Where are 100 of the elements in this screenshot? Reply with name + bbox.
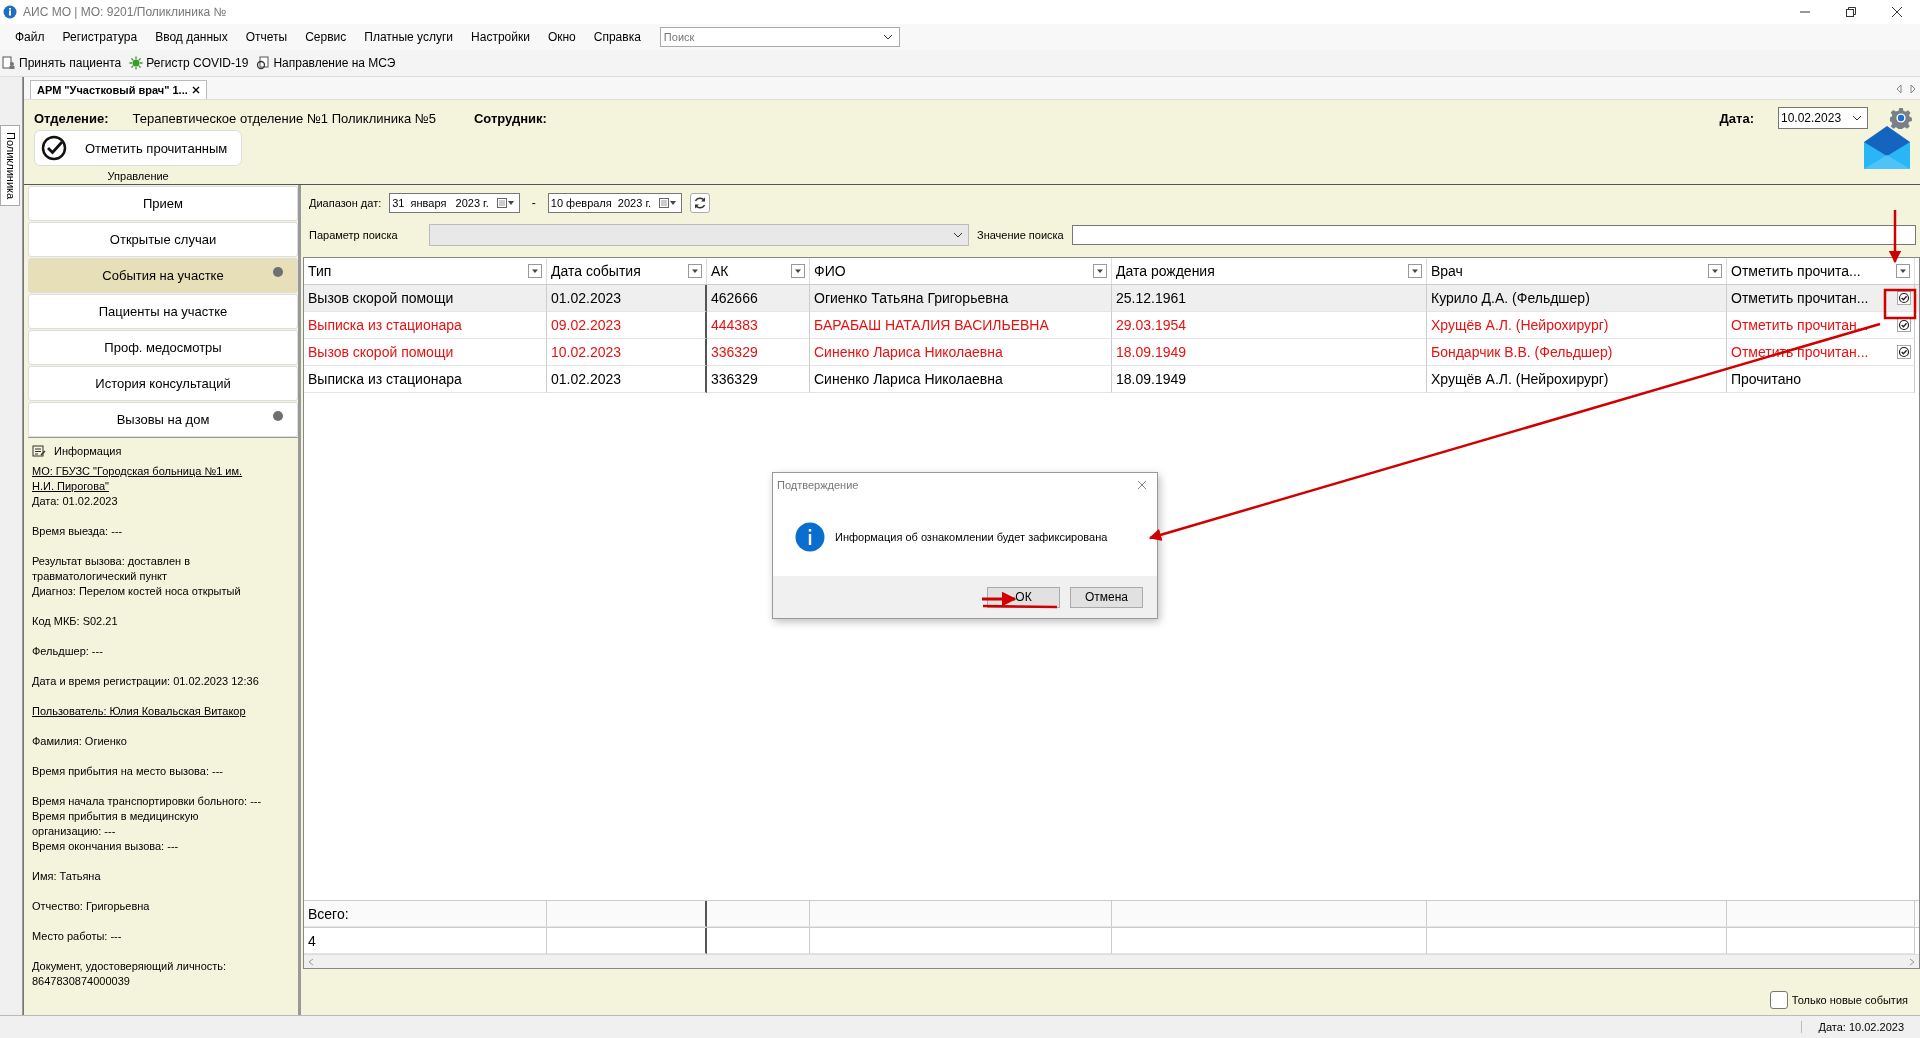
table-cell: Вызов скорой помощи [308,344,454,360]
table-cell: 444383 [711,317,758,333]
menu-item[interactable]: Окно [538,30,585,44]
check-circle-icon[interactable] [1897,291,1911,305]
field-label: Отделение: [34,110,109,126]
nav-item[interactable]: Проф. медосмотры [28,330,298,365]
chevron-down-icon[interactable] [1852,115,1862,121]
envelope-icon[interactable] [1862,124,1912,172]
toolbar-button[interactable]: Направление на МСЭ [254,56,402,70]
column-header[interactable]: ФИО [810,258,1112,284]
table-cell: Синенко Лариса Николаевна [814,371,1003,387]
filter-dropdown-icon[interactable] [688,264,702,278]
filter-dropdown-icon[interactable] [1708,264,1722,278]
menu-item[interactable]: Сервис [296,30,356,44]
table-cell: 25.12.1961 [1116,290,1187,306]
settings-icon[interactable] [1890,107,1912,129]
info-link[interactable]: МО: ГБУЗС "Городская больница №1 им. Н.И. Пирогова" [32,464,264,494]
table-cell: Хрущёв А.Л. (Нейрохирург) [1431,371,1609,387]
info-text: Время окончания вызова: --- [32,839,179,854]
table-cell: Огиенко Татьяна Григорьевна [814,290,1009,306]
field-label: Значение поиска [977,229,1064,241]
annotation-arrow [982,591,1017,607]
menu-item[interactable]: Настройки [462,30,539,44]
table-cell: 336329 [711,371,758,387]
restore-icon[interactable] [1845,6,1857,18]
column-header[interactable]: Дата события [547,258,707,284]
app-icon [3,5,17,19]
menu-item[interactable]: Справка [584,30,650,44]
filter-dropdown-icon[interactable] [1093,264,1107,278]
filter-dropdown-icon[interactable] [528,264,542,278]
nav-item[interactable]: Вызовы на дом [28,402,298,437]
menu-item[interactable]: Платные услуги [355,30,463,44]
info-link[interactable]: Пользователь: Юлия Ковальская Витакор [32,704,246,719]
column-header[interactable]: АК [707,258,810,284]
table-cell: Отметить прочитан... [1731,317,1869,333]
date-picker[interactable]: 10 февраля 2023 г. [547,193,683,213]
table-cell: 01.02.2023 [551,371,622,387]
info-text: Имя: Татьяна [32,869,101,884]
close-icon[interactable] [1891,6,1903,18]
info-text: Фельдшер: --- [32,644,103,659]
table-row[interactable]: Вызов скорой помощи 01.02.2023 462666 Огиенко Татьяна Григорьевна 25.12.1961 Курило Д.А. (Фельдшер) Отметить прочитан... [304,285,1919,312]
table-row[interactable]: Выписка из стационара 01.02.2023 336329 Синенко Лариса Николаевна 18.09.1949 Хрущёв А.Л. (Нейрохирург) Прочитано [304,366,1919,393]
table-cell: Хрущёв А.Л. (Нейрохирург) [1431,317,1609,333]
search-field[interactable]: Поиск [659,27,900,47]
date-dropdown[interactable]: 10.02.2023 [1778,107,1868,129]
check-circle-icon[interactable] [1897,345,1911,359]
column-header[interactable]: Врач [1427,258,1727,284]
menu-item[interactable]: Файл [6,30,54,44]
nav-item[interactable]: События на участке [28,258,298,293]
table-cell: 18.09.1949 [1116,344,1187,360]
nav-item[interactable]: Прием [28,186,298,221]
column-header[interactable]: Отметить прочита... [1727,258,1915,284]
table-cell: Выписка из стационара [308,371,462,387]
info-text: Время прибытия на место вызова: --- [32,764,223,779]
calendar-icon[interactable] [496,198,515,208]
field-label: Диапазон дат: [309,197,382,209]
nav-item[interactable]: Пациенты на участке [28,294,298,329]
column-header[interactable]: Тип [304,258,547,284]
scroll-left-icon[interactable] [1895,84,1903,94]
menu-item[interactable]: Ввод данных [146,30,237,44]
table-row[interactable]: Выписка из стационара 09.02.2023 444383 БАРАБАШ НАТАЛИЯ ВАСИЛЬЕВНА 29.03.1954 Хрущёв А.Л. (Нейрохирург) Отметить прочитан... [304,312,1919,339]
refresh-button[interactable] [690,193,711,213]
annotation-arrow [1888,210,1902,264]
column-header[interactable]: Дата рождения [1112,258,1427,284]
chevron-down-icon[interactable] [953,232,963,238]
nav-item[interactable]: История консультаций [28,366,298,401]
filter-dropdown-icon[interactable] [1896,264,1910,278]
document-tab[interactable]: АРМ "Участковый врач" 1... [30,80,207,99]
nav-item[interactable]: Открытые случаи [28,222,298,257]
dialog-message: Информация об ознакомлении будет зафиксирована [835,530,1108,543]
window-title: АИС МО | МО: 9201/Поликлиника № [23,5,227,19]
table-cell: 336329 [711,344,758,360]
only-new-checkbox[interactable]: Только новые события [1769,991,1908,1009]
search-value-field[interactable] [1071,225,1916,245]
menu-item[interactable]: Регистратура [53,30,147,44]
info-text: Документ, удостоверяющий личность: 8647830874000039 [32,959,228,989]
info-text: Время начала транспортировки больного: --- [32,794,262,809]
menu-item[interactable]: Отчеты [236,30,297,44]
filter-dropdown-icon[interactable] [1408,264,1422,278]
table-cell: Бондарчик В.В. (Фельдшер) [1431,344,1613,360]
calendar-icon[interactable] [659,198,678,208]
group-label: Управление [107,170,169,182]
filter-dropdown-icon[interactable] [791,264,805,278]
info-text: Время прибытия в медицинскую организацию: --- [32,809,200,839]
dialog-title: Подтверждение [777,479,859,491]
table-cell: Курило Д.А. (Фельдшер) [1431,290,1590,306]
toolbar-button[interactable]: Регистр COVID-19 [127,56,255,70]
cancel-button[interactable]: Отмена [1070,586,1143,608]
info-text: Диагноз: Перелом костей носа открытый [32,584,241,599]
toolbar-button[interactable]: Принять пациента [0,56,128,70]
close-icon[interactable] [191,86,200,94]
chevron-down-icon[interactable] [882,34,893,40]
side-tab[interactable]: Поликлиника [0,125,20,207]
info-text: Место работы: --- [32,929,122,944]
table-cell: 10.02.2023 [551,344,622,360]
date-picker[interactable]: 31 января 2023 г. [389,193,520,213]
table-cell: 18.09.1949 [1116,371,1187,387]
mark-read-button[interactable]: Отметить прочитанным [34,130,243,166]
table-cell: Отметить прочитан... [1731,290,1869,306]
scroll-right-icon[interactable] [1909,84,1917,94]
